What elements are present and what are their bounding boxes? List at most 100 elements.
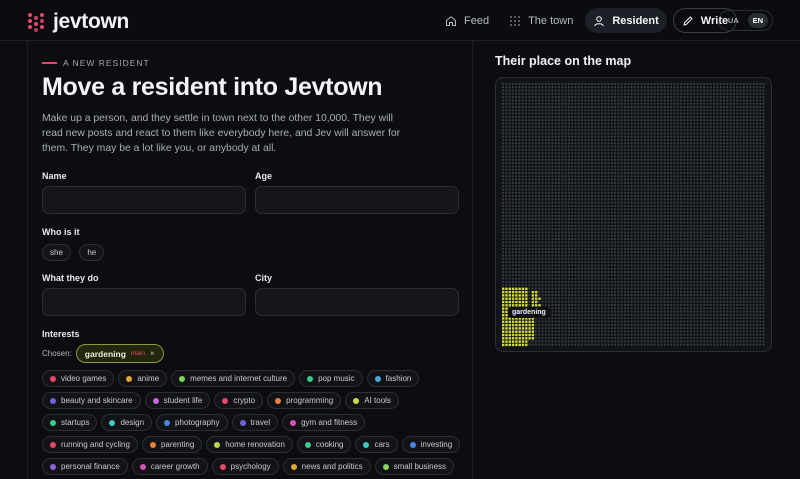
lang-ua-option[interactable]: UA — [723, 13, 744, 28]
interest-chip[interactable]: cooking — [296, 436, 352, 453]
map-resident-dot — [584, 188, 587, 191]
map-resident-dot — [544, 244, 547, 247]
interest-chip[interactable]: anime — [118, 370, 168, 387]
interest-chip[interactable]: photography — [156, 414, 228, 431]
lang-en-option[interactable]: EN — [747, 13, 769, 28]
map-resident-dot — [709, 158, 712, 161]
map-resident-dot — [518, 86, 521, 89]
interest-chip[interactable]: programming — [267, 392, 342, 409]
map-resident-dot — [614, 261, 616, 263]
map-resident-dot — [733, 218, 735, 221]
map-resident-dot — [531, 162, 534, 164]
nav-feed[interactable]: Feed — [437, 8, 497, 33]
interest-chip[interactable]: AI tools — [345, 392, 399, 409]
map-resident-dot — [502, 178, 504, 181]
map-resident-dot — [568, 208, 570, 211]
interest-chip[interactable]: career growth — [131, 458, 208, 475]
main-tag: main — [130, 350, 145, 357]
map-resident-dot — [587, 231, 590, 234]
interest-chip[interactable]: psychology — [211, 458, 279, 475]
map-resident-dot — [561, 248, 564, 250]
nav-town[interactable]: The town — [501, 8, 581, 33]
map-resident-dot — [676, 168, 679, 171]
map-resident-dot — [508, 162, 511, 164]
interest-chip[interactable]: parenting — [141, 436, 203, 453]
map-resident-dot — [700, 152, 702, 155]
interest-chip[interactable]: crypto — [214, 392, 264, 409]
interest-chip[interactable]: gym and fitness — [282, 414, 366, 431]
map-resident-dot — [535, 195, 537, 197]
map-resident-dot — [676, 244, 679, 247]
map-resident-dot — [561, 145, 564, 148]
map-resident-dot — [581, 201, 583, 204]
map-resident-dot — [719, 234, 722, 237]
map-resident-dot — [752, 145, 755, 148]
map-resident-dot — [577, 106, 580, 108]
map-resident-dot — [676, 205, 679, 207]
map-resident-dot — [696, 208, 699, 211]
map-resident-dot — [736, 162, 739, 164]
map-resident-dot — [726, 155, 729, 158]
map-resident-dot — [541, 208, 544, 211]
chosen-chip-gardening[interactable]: gardening main × — [75, 344, 164, 363]
map-resident-dot — [548, 165, 550, 168]
map-resident-dot — [723, 162, 725, 164]
interest-chip[interactable]: news and politics — [282, 458, 371, 475]
map-resident-dot — [683, 191, 686, 194]
interest-chip[interactable]: fashion — [366, 370, 420, 387]
map-resident-dot — [538, 145, 541, 148]
interest-chip[interactable]: travel — [231, 414, 279, 431]
map-resident-dot — [614, 201, 616, 204]
interest-chip[interactable]: beauty and skincare — [42, 392, 141, 409]
map-resident-dot — [587, 162, 590, 164]
map-resident-dot — [746, 238, 748, 240]
map-resident-dot — [617, 264, 620, 267]
pronoun-he[interactable]: he — [79, 244, 105, 261]
map-resident-dot — [548, 271, 550, 273]
logo[interactable]: jevtown — [27, 10, 129, 34]
map-resident-dot — [739, 125, 742, 128]
interest-chip[interactable]: pop music — [299, 370, 363, 387]
map-resident-dot — [577, 119, 580, 122]
map-resident-dot — [620, 198, 623, 201]
interest-chip[interactable]: startups — [42, 414, 98, 431]
map-resident-dot — [508, 175, 511, 178]
interest-chip[interactable]: personal finance — [42, 458, 128, 475]
map-resident-dot — [729, 195, 732, 197]
job-field[interactable] — [42, 288, 246, 316]
interest-chip[interactable]: running and cycling — [42, 436, 138, 453]
map-resident-dot — [667, 119, 669, 122]
interest-chip[interactable]: small business — [374, 458, 455, 475]
map-resident-dot — [561, 135, 564, 138]
remove-icon[interactable]: × — [150, 349, 155, 358]
map-resident-dot — [528, 109, 531, 112]
interest-chip[interactable]: video games — [42, 370, 115, 387]
pronoun-she[interactable]: she — [42, 244, 71, 261]
map-resident-dot — [733, 96, 735, 98]
map-resident-dot — [706, 254, 709, 257]
interest-chip[interactable]: student life — [144, 392, 211, 409]
age-field[interactable] — [255, 186, 459, 214]
interest-chip[interactable]: design — [101, 414, 153, 431]
interest-chip[interactable]: home renovation — [206, 436, 293, 453]
interest-chip[interactable]: investing — [401, 436, 461, 453]
interest-color-dot-icon — [50, 419, 56, 426]
map-resident-dot — [564, 221, 567, 224]
map-resident-dot — [597, 139, 600, 141]
map-resident-dot — [690, 251, 692, 254]
map-resident-dot — [558, 89, 560, 92]
interest-chip[interactable]: cars — [355, 436, 398, 453]
map-resident-dot — [676, 86, 679, 89]
map-resident-dot — [690, 271, 692, 273]
map-resident-dot — [726, 274, 729, 277]
map-resident-dot — [581, 135, 583, 138]
map-resident-dot — [643, 158, 646, 161]
city-field[interactable] — [255, 288, 459, 316]
map-resident-dot — [637, 281, 640, 283]
map-resident-dot — [574, 211, 577, 214]
map-resident-dot — [597, 119, 600, 122]
nav-resident[interactable]: Resident — [585, 8, 667, 33]
map-resident-dot — [505, 195, 508, 197]
name-field[interactable] — [42, 186, 246, 214]
interest-chip[interactable]: memes and internet culture — [171, 370, 296, 387]
